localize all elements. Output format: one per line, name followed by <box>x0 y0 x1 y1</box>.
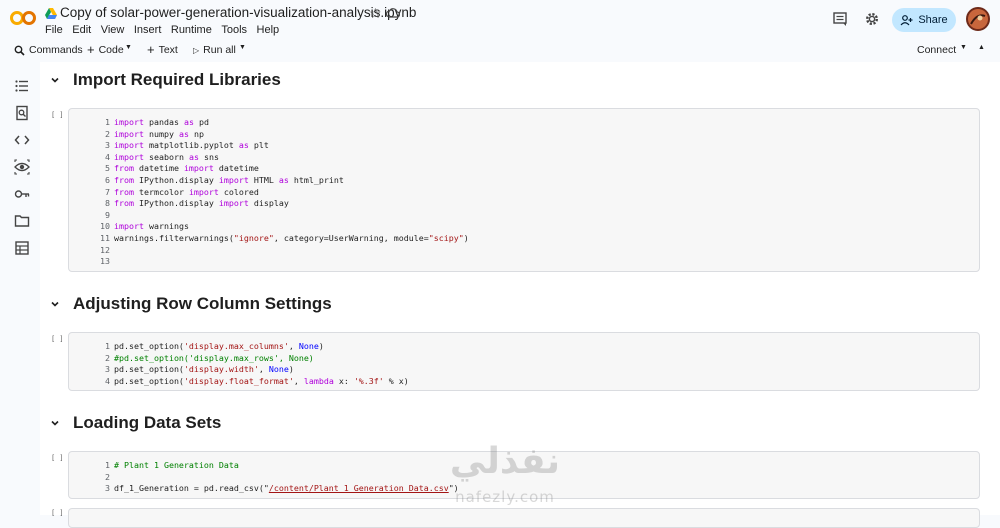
section-heading: Adjusting Row Column Settings <box>73 294 332 313</box>
commands-button[interactable]: Commands <box>14 44 83 56</box>
watermark-arabic: نفذلي <box>449 441 561 482</box>
code-label: Code <box>98 44 124 56</box>
code-line: 3 import matplotlib.pyplot as plt <box>105 140 269 151</box>
left-sidebar <box>0 62 40 515</box>
run-cell-button[interactable]: [ ] <box>51 509 64 517</box>
folder-icon[interactable] <box>14 213 30 229</box>
code-line: 11 warnings.filterwarnings("ignore", cate… <box>100 232 469 243</box>
run-cell-button[interactable]: [ ] <box>51 111 64 119</box>
colab-logo-icon[interactable] <box>10 8 36 28</box>
code-line: 3 df_1_Generation = pd.read_csv("/content… <box>105 483 459 494</box>
find-document-icon[interactable] <box>14 105 30 121</box>
data-table-icon[interactable] <box>14 240 30 256</box>
connect-button[interactable]: Connect <box>917 44 956 56</box>
code-cell[interactable]: 1 import pandas as pd 2 import numpy as np… <box>68 108 980 272</box>
menu-file[interactable]: File <box>45 24 63 36</box>
plus-icon: + <box>147 42 155 57</box>
code-line: 3 pd.set_option('display.width', None) <box>105 364 294 375</box>
run-all-button[interactable]: ▷ Run all <box>193 44 236 56</box>
code-snippets-icon[interactable] <box>14 132 30 148</box>
menu-bar: File Edit View Insert Runtime Tools Help <box>45 24 289 36</box>
notebook-toolbar: Commands + Code ▼ + Text ▷ Run all ▼ Con… <box>0 40 1000 62</box>
collapse-section-chevron-icon[interactable] <box>50 75 60 85</box>
section-heading: Loading Data Sets <box>73 413 222 432</box>
notebook-title[interactable]: Copy of solar-power-generation-visualiza… <box>60 5 416 20</box>
menu-view[interactable]: View <box>101 24 125 36</box>
add-code-button[interactable]: + Code <box>87 42 124 57</box>
add-text-button[interactable]: + Text <box>147 42 178 57</box>
top-bar: Copy of solar-power-generation-visualiza… <box>0 0 1000 40</box>
menu-insert[interactable]: Insert <box>134 24 162 36</box>
section-heading: Import Required Libraries <box>73 70 281 89</box>
code-line: 10 import warnings <box>100 221 189 232</box>
play-icon: ▷ <box>193 45 200 55</box>
run-cell-button[interactable]: [ ] <box>51 454 64 462</box>
gear-icon[interactable] <box>864 11 880 27</box>
share-button[interactable]: Share <box>892 8 956 32</box>
text-label: Text <box>158 44 178 56</box>
menu-help[interactable]: Help <box>257 24 280 36</box>
table-of-contents-icon[interactable] <box>14 78 30 94</box>
code-dropdown[interactable]: ▼ <box>125 44 132 51</box>
code-line: 12 <box>100 244 110 255</box>
run-all-dropdown[interactable]: ▼ <box>239 44 246 51</box>
connect-label: Connect <box>917 44 957 56</box>
chevron-down-icon: ▼ <box>239 44 246 51</box>
variables-inspector-icon[interactable] <box>14 159 30 175</box>
star-icon[interactable]: ☆ <box>369 6 382 20</box>
menu-tools[interactable]: Tools <box>221 24 247 36</box>
run-all-label: Run all <box>203 44 236 56</box>
avatar[interactable] <box>966 7 990 31</box>
collapse-toolbar-button[interactable]: ▲ <box>978 44 985 51</box>
chevron-down-icon: ▼ <box>125 44 132 51</box>
menu-runtime[interactable]: Runtime <box>171 24 212 36</box>
collapse-section-chevron-icon[interactable] <box>50 299 60 309</box>
share-label: Share <box>918 14 948 26</box>
avatar-image-icon <box>968 9 988 29</box>
plus-icon: + <box>87 42 95 57</box>
watermark-latin: nafezly.com <box>455 488 555 506</box>
code-line: 7 from termcolor import colored <box>105 186 259 197</box>
chevron-down-icon: ▼ <box>960 44 967 51</box>
code-line: 2 <box>105 471 110 482</box>
code-editor[interactable]: 1 # Plant 1 Generation Data 2 3 df_1_Gener… <box>69 460 459 495</box>
code-line: 8 from IPython.display import display <box>105 198 289 209</box>
code-editor[interactable]: 1 import pandas as pd 2 import numpy as np… <box>69 117 469 268</box>
code-line: 2 import numpy as np <box>105 128 204 139</box>
code-line: 9 <box>105 209 110 220</box>
code-cell[interactable]: 1 pd.set_option('display.max_columns', No… <box>68 332 980 391</box>
search-icon <box>14 45 25 56</box>
commands-label: Commands <box>29 44 83 56</box>
comment-icon[interactable] <box>832 11 848 27</box>
code-line: 5 from datetime import datetime <box>105 163 259 174</box>
collapse-section-chevron-icon[interactable] <box>50 418 60 428</box>
connect-dropdown[interactable]: ▼ <box>960 44 967 51</box>
code-editor[interactable]: 1 pd.set_option('display.max_columns', No… <box>69 341 409 387</box>
code-line: 4 import seaborn as sns <box>105 151 219 162</box>
google-drive-icon[interactable] <box>45 8 57 19</box>
code-line: 13 <box>100 256 110 267</box>
secrets-key-icon[interactable] <box>14 186 30 202</box>
code-line: 4 pd.set_option('display.float_format', l… <box>105 375 409 386</box>
person-add-icon <box>900 14 913 25</box>
cloud-saved-icon[interactable] <box>386 7 400 19</box>
run-cell-button[interactable]: [ ] <box>51 335 64 343</box>
code-line: 1 import pandas as pd <box>105 117 209 127</box>
nafezly-watermark: نفذلي nafezly.com <box>440 440 570 515</box>
chevron-up-icon: ▲ <box>978 44 985 51</box>
menu-edit[interactable]: Edit <box>72 24 91 36</box>
code-line: 1 pd.set_option('display.max_columns', No… <box>105 341 324 351</box>
code-line: 6 from IPython.display import HTML as htm… <box>105 174 344 185</box>
code-line: 1 # Plant 1 Generation Data <box>105 460 239 470</box>
code-line: 2 #pd.set_option('display.max_rows', None… <box>105 352 314 363</box>
